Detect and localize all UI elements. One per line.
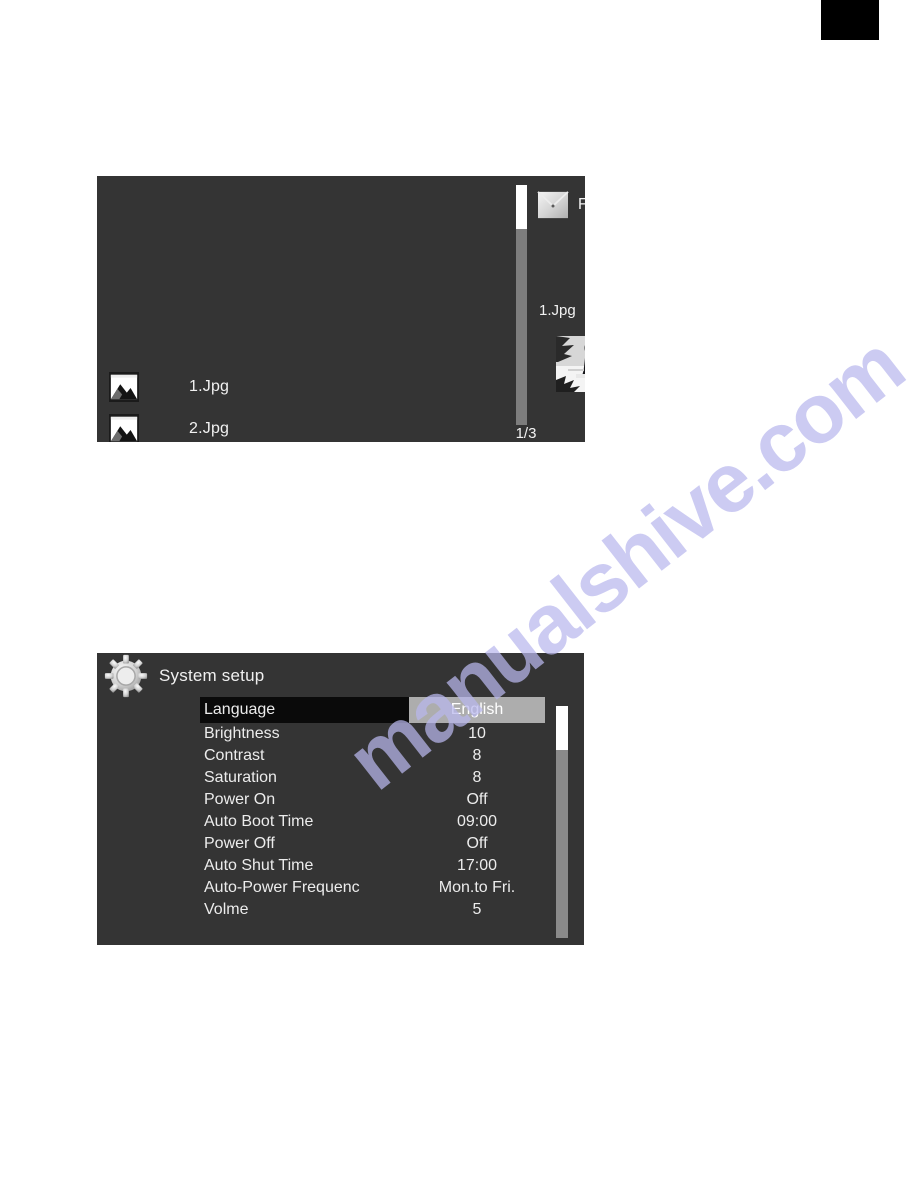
gear-icon — [104, 654, 148, 698]
settings-row-value[interactable]: Off — [409, 791, 545, 809]
settings-row-language[interactable]: Language English — [200, 697, 545, 723]
settings-row-key: Contrast — [204, 747, 265, 764]
settings-row-auto-boot-time[interactable]: Auto Boot Time 09:00 — [200, 811, 545, 833]
list-item[interactable]: 2.Jpg — [109, 408, 489, 442]
settings-row-key: Power Off — [204, 835, 275, 852]
system-setup-header: System setup — [97, 653, 264, 699]
settings-row-value[interactable]: 8 — [409, 747, 545, 765]
image-file-icon — [109, 414, 139, 442]
preview-thumbnail[interactable] — [556, 336, 585, 392]
file-manager-icon — [537, 191, 569, 219]
settings-row-key: Language — [200, 697, 409, 723]
settings-row-key: Auto Shut Time — [204, 857, 314, 874]
settings-row-key: Saturation — [204, 769, 277, 786]
settings-row-auto-shut-time[interactable]: Auto Shut Time 17:00 — [200, 855, 545, 877]
corner-black-block — [821, 0, 879, 40]
list-item[interactable]: 1.Jpg — [109, 366, 489, 408]
settings-row-saturation[interactable]: Saturation 8 — [200, 767, 545, 789]
settings-row-value[interactable]: 8 — [409, 769, 545, 787]
preview-thumbnail-image — [556, 336, 585, 392]
settings-row-contrast[interactable]: Contrast 8 — [200, 745, 545, 767]
storage-source-label: SD — [539, 406, 585, 423]
settings-row-value[interactable]: 10 — [409, 725, 545, 743]
settings-scrollbar-thumb[interactable] — [556, 706, 568, 750]
settings-row-key: Auto-Power Frequenc — [204, 879, 360, 896]
image-file-icon — [109, 372, 139, 402]
file-browser-screen: 1.Jpg 2.Jpg Music1.mp3 1/3 — [97, 176, 585, 442]
settings-list: Language English Brightness 10 Contrast … — [200, 697, 545, 921]
settings-row-power-off[interactable]: Power Off Off — [200, 833, 545, 855]
list-item-label: 2.Jpg — [189, 420, 230, 437]
settings-row-auto-power-frequency[interactable]: Auto-Power Frequenc Mon.to Fri. — [200, 877, 545, 899]
file-list-scrollbar-thumb[interactable] — [516, 185, 527, 229]
file-manager-entry[interactable]: File Manager — [537, 190, 585, 220]
system-setup-screen: System setup Language English Brightness… — [97, 653, 584, 945]
settings-row-value[interactable]: 5 — [409, 901, 545, 919]
settings-row-value[interactable]: 09:00 — [409, 813, 545, 831]
file-browser-side-panel: File Manager 1.Jpg — [531, 176, 585, 442]
settings-row-key: Brightness — [204, 725, 280, 742]
preview-filename: 1.Jpg — [539, 302, 576, 319]
page-title: System setup — [159, 666, 265, 685]
settings-row-value[interactable]: English — [409, 697, 545, 723]
settings-row-key: Power On — [204, 791, 276, 808]
settings-row-value[interactable]: 17:00 — [409, 857, 545, 875]
settings-row-brightness[interactable]: Brightness 10 — [200, 723, 545, 745]
settings-row-value[interactable]: Mon.to Fri. — [409, 879, 545, 897]
settings-row-power-on[interactable]: Power On Off — [200, 789, 545, 811]
settings-row-value[interactable]: Off — [409, 835, 545, 853]
file-list-scrollbar[interactable] — [516, 185, 527, 425]
file-list: 1.Jpg 2.Jpg Music1.mp3 — [97, 176, 497, 442]
settings-row-volume[interactable]: Volme 5 — [200, 899, 545, 921]
settings-scrollbar[interactable] — [556, 706, 568, 938]
list-item-label: 1.Jpg — [189, 378, 230, 395]
settings-row-key: Auto Boot Time — [204, 813, 314, 830]
file-manager-label: File Manager — [578, 196, 585, 213]
settings-row-key: Volme — [204, 901, 249, 918]
